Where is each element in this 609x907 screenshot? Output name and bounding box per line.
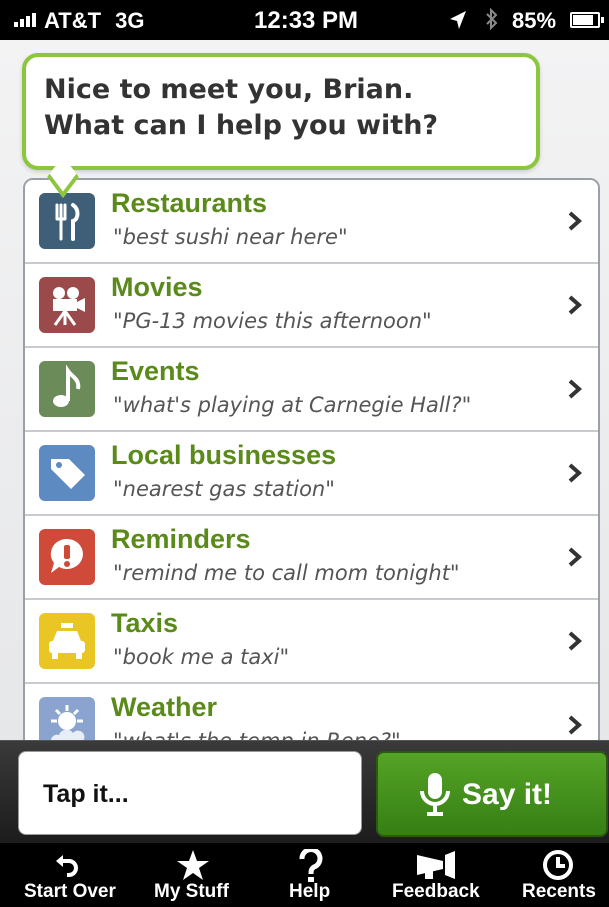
category-title: Local businesses — [111, 440, 337, 470]
category-row-reminders[interactable]: Reminders "remind me to call mom tonight… — [25, 516, 598, 600]
say-it-button[interactable]: Say it! — [376, 751, 608, 837]
bluetooth-icon — [484, 7, 500, 37]
battery-percent: 85% — [512, 8, 557, 33]
music-note-icon — [39, 361, 95, 417]
chevron-right-icon — [568, 463, 583, 483]
alert-bubble-icon — [39, 529, 95, 585]
chevron-right-icon — [568, 379, 583, 399]
weather-icon — [39, 697, 95, 740]
chevron-right-icon — [568, 547, 583, 567]
tab-recents[interactable]: Recents — [510, 843, 609, 907]
tab-bar: Start Over My Stuff Help Feedback Recent… — [0, 843, 609, 907]
battery-icon — [570, 12, 604, 28]
fork-knife-icon — [39, 193, 95, 249]
tap-it-field[interactable]: Tap it... — [18, 751, 362, 835]
carrier-label: AT&T 3G — [44, 8, 145, 33]
category-title: Restaurants — [111, 188, 268, 218]
chevron-right-icon — [568, 715, 583, 735]
category-row-taxis[interactable]: Taxis "book me a taxi" — [25, 600, 598, 684]
chevron-right-icon — [568, 211, 583, 231]
category-row-events[interactable]: Events "what's playing at Carnegie Hall?… — [25, 348, 598, 432]
category-example: "what's playing at Carnegie Hall?" — [113, 393, 472, 417]
clock-time: 12:33 PM — [254, 7, 359, 34]
tab-label: Feedback — [392, 881, 480, 902]
category-title: Weather — [111, 692, 218, 722]
tab-start-over[interactable]: Start Over — [0, 843, 138, 907]
undo-arrow-icon — [56, 855, 78, 877]
chevron-right-icon — [568, 295, 583, 315]
tap-it-label: Tap it... — [43, 780, 129, 808]
tab-label: My Stuff — [154, 881, 229, 902]
category-row-weather[interactable]: Weather "what's the temp in Reno?" — [25, 684, 598, 740]
category-title: Reminders — [111, 524, 251, 554]
category-title: Events — [111, 356, 200, 386]
clock-icon — [543, 850, 573, 880]
category-example: "book me a taxi" — [113, 645, 290, 669]
star-icon — [177, 850, 209, 880]
category-example: "nearest gas station" — [113, 477, 335, 501]
tab-help[interactable]: Help — [268, 843, 358, 907]
tab-label: Help — [289, 881, 331, 902]
category-title: Movies — [111, 272, 203, 302]
category-example: "what's the temp in Reno?" — [113, 729, 401, 740]
category-row-movies[interactable]: Movies "PG-13 movies this afternoon" — [25, 264, 598, 348]
chevron-right-icon — [568, 631, 583, 651]
greeting-line-1: Nice to meet you, Brian. — [44, 74, 414, 105]
signal-icon — [14, 13, 36, 27]
tag-icon — [39, 445, 95, 501]
category-example: "PG-13 movies this afternoon" — [113, 309, 432, 333]
microphone-icon — [420, 773, 450, 816]
category-row-local-businesses[interactable]: Local businesses "nearest gas station" — [25, 432, 598, 516]
category-example: "remind me to call mom tonight" — [113, 561, 460, 585]
question-icon — [299, 849, 323, 882]
category-example: "best sushi near here" — [113, 225, 348, 249]
greeting-text: Nice to meet you, Brian. What can I help… — [44, 72, 438, 144]
status-bar: AT&T 3G 12:33 PM 85% — [0, 0, 609, 40]
location-arrow-icon — [448, 9, 468, 37]
main-content: Nice to meet you, Brian. What can I help… — [0, 40, 609, 740]
input-bar: Tap it... Say it! — [0, 740, 609, 843]
greeting-bubble: Nice to meet you, Brian. What can I help… — [22, 53, 540, 170]
tab-label: Recents — [522, 881, 596, 902]
tab-my-stuff[interactable]: My Stuff — [138, 843, 248, 907]
say-it-label: Say it! — [462, 778, 553, 811]
category-title: Taxis — [111, 608, 179, 638]
category-list: Restaurants "best sushi near here" Movie… — [23, 178, 600, 740]
greeting-line-2: What can I help you with? — [44, 110, 439, 141]
tab-label: Start Over — [24, 881, 116, 902]
category-row-restaurants[interactable]: Restaurants "best sushi near here" — [25, 180, 598, 264]
taxi-icon — [39, 613, 95, 669]
megaphone-icon — [417, 851, 455, 879]
tab-feedback[interactable]: Feedback — [380, 843, 500, 907]
film-camera-icon — [39, 277, 95, 333]
